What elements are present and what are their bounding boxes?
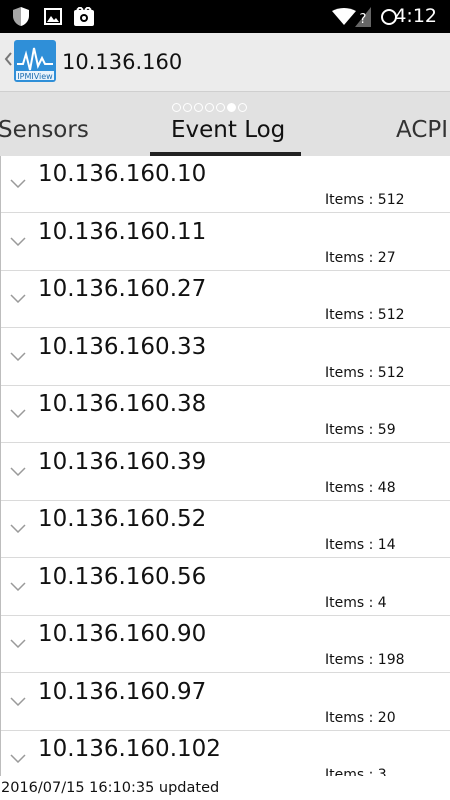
chevron-down-icon (10, 294, 26, 303)
wifi-icon (332, 8, 356, 25)
chevron-down-icon (10, 236, 26, 246)
host-ip: 10.136.160.39 (38, 448, 207, 475)
item-count: Items : 20 (325, 709, 396, 726)
host-ip: 10.136.160.33 (38, 333, 207, 360)
host-ip: 10.136.160.11 (38, 218, 207, 245)
page-dot (172, 103, 181, 112)
page-dot (216, 103, 225, 112)
host-ip: 10.136.160.102 (38, 736, 221, 762)
chevron-left-icon[interactable] (4, 52, 12, 66)
host-ip: 10.136.160.90 (38, 621, 207, 647)
footer: 2016/07/15 16:10:35 updated (0, 776, 450, 800)
page-dot (194, 103, 203, 112)
page-dot (205, 103, 214, 112)
item-count: Items : 3 (325, 767, 387, 776)
status-time: 4:12 (394, 5, 437, 27)
item-count: Items : 512 (325, 364, 405, 381)
app-logo[interactable]: IPMIView (14, 40, 56, 82)
chevron-down-icon (10, 466, 26, 476)
item-count: Items : 27 (325, 249, 396, 266)
tab-acpi[interactable]: ACPI (396, 117, 448, 143)
action-bar: IPMIView 10.136.160 (0, 33, 450, 91)
tab-event-log[interactable]: Event Log (171, 117, 285, 143)
list-item[interactable]: 10.136.160.38 Items : 59 (0, 386, 450, 443)
list-item[interactable]: 10.136.160.102 Items : 3 (0, 731, 450, 776)
svg-text:IPMIView: IPMIView (17, 72, 53, 81)
host-list[interactable]: 10.136.160.10 Items : 512 10.136.160.11 … (0, 156, 450, 776)
list-item[interactable]: 10.136.160.97 Items : 20 (0, 673, 450, 731)
list-item[interactable]: 10.136.160.27 Items : 512 (0, 271, 450, 328)
list-item[interactable]: 10.136.160.10 Items : 512 (0, 156, 450, 213)
chevron-down-icon (10, 351, 26, 361)
no-sim-icon: ? (355, 7, 371, 27)
shield-icon (13, 7, 29, 26)
updated-timestamp: 2016/07/15 16:10:35 updated (1, 780, 220, 796)
list-item[interactable]: 10.136.160.33 Items : 512 (0, 328, 450, 386)
list-item[interactable]: 10.136.160.11 Items : 27 (0, 213, 450, 271)
image-icon (44, 8, 62, 25)
host-ip: 10.136.160.27 (38, 276, 207, 302)
item-count: Items : 512 (325, 192, 405, 208)
page-dot-active (227, 103, 236, 112)
chevron-down-icon (10, 754, 26, 763)
item-count: Items : 59 (325, 422, 396, 438)
list-item[interactable]: 10.136.160.56 Items : 4 (0, 558, 450, 616)
host-ip: 10.136.160.56 (38, 563, 207, 590)
chevron-down-icon (10, 696, 26, 706)
list-divider (0, 156, 1, 776)
tab-sensors[interactable]: Sensors (0, 117, 89, 143)
list-item[interactable]: 10.136.160.90 Items : 198 (0, 616, 450, 673)
page-title: 10.136.160 (62, 50, 183, 74)
status-bar: ? 4:12 (0, 0, 450, 33)
item-count: Items : 512 (325, 307, 405, 323)
host-ip: 10.136.160.97 (38, 678, 207, 705)
list-item[interactable]: 10.136.160.39 Items : 48 (0, 443, 450, 501)
chevron-down-icon (10, 409, 26, 418)
chevron-down-icon (10, 581, 26, 591)
host-ip: 10.136.160.38 (38, 391, 207, 417)
battery-saver-icon (74, 7, 94, 26)
page-indicator (172, 97, 249, 116)
list-item[interactable]: 10.136.160.52 Items : 14 (0, 501, 450, 558)
host-ip: 10.136.160.52 (38, 506, 207, 532)
chevron-down-icon (10, 639, 26, 648)
item-count: Items : 4 (325, 594, 387, 611)
host-ip: 10.136.160.10 (38, 161, 207, 187)
tab-strip: Sensors Event Log ACPI (0, 91, 450, 157)
chevron-down-icon (10, 179, 26, 188)
page-dot (183, 103, 192, 112)
item-count: Items : 14 (325, 537, 396, 553)
item-count: Items : 48 (325, 479, 396, 496)
chevron-down-icon (10, 524, 26, 533)
item-count: Items : 198 (325, 652, 405, 668)
svg-text:?: ? (360, 12, 367, 27)
page-dot (238, 103, 247, 112)
